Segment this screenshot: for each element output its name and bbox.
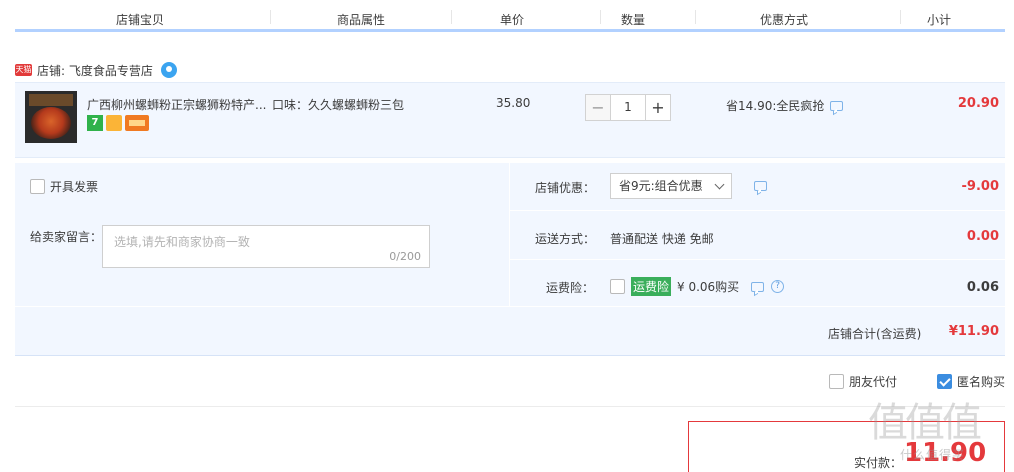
- shipping-label: 运送方式：: [535, 232, 596, 246]
- message-label: 给卖家留言：: [30, 230, 103, 244]
- promo-text: 省14.90:全民疯抢: [726, 99, 825, 113]
- col-discount: 优惠方式: [760, 13, 809, 27]
- shipping-value: 0.00: [966, 229, 999, 244]
- friend-pay-label: 朋友代付: [849, 375, 898, 389]
- product-thumbnail[interactable]: [25, 91, 77, 143]
- friend-pay-checkbox[interactable]: [829, 374, 844, 389]
- col-divider: [270, 10, 271, 24]
- item-promo: 省14.90:全民疯抢: [726, 97, 844, 114]
- seven-day-return-icon: 7: [87, 115, 103, 131]
- shop-discount-label: 店铺优惠：: [535, 181, 596, 195]
- quantity-minus-button[interactable]: −: [585, 94, 611, 121]
- watermark-text: 什么值得买: [900, 448, 966, 462]
- shop-total-value: ¥11.90: [948, 324, 999, 339]
- unit-price: 35.80: [496, 96, 531, 110]
- options-divider: [509, 163, 510, 306]
- message-input[interactable]: [103, 226, 429, 267]
- thumbnail-bowl: [31, 107, 71, 139]
- shop-name[interactable]: 店铺: 飞度食品专营店: [37, 62, 153, 79]
- shop-discount-selected: 省9元:组合优惠: [619, 179, 703, 193]
- shop-discount-value: -9.00: [961, 179, 999, 194]
- insurance-tag: 运费险: [631, 277, 672, 296]
- col-property: 商品属性: [337, 13, 386, 27]
- watermark-logo: 值值值: [868, 400, 982, 446]
- shop-discount-select[interactable]: 省9元:组合优惠: [610, 173, 732, 199]
- chevron-down-icon: [714, 179, 725, 190]
- shipping-method: 普通配送 快递 免邮: [610, 232, 714, 246]
- shop-line: 天猫 店铺: 飞度食品专营店: [15, 60, 177, 80]
- col-divider: [900, 10, 901, 24]
- friend-pay-option[interactable]: 朋友代付: [829, 373, 897, 390]
- cart-header: 店铺宝贝 商品属性 单价 数量 优惠方式 小计: [15, 0, 1005, 32]
- insurance-option: 运费险 ¥ 0.06购买 ?: [610, 277, 785, 296]
- shop-total-label: 店铺合计(含运费): [828, 327, 922, 341]
- comment-icon[interactable]: [751, 281, 765, 292]
- message-field[interactable]: 0/200: [102, 225, 430, 268]
- anonymous-label: 匿名购买: [957, 375, 1006, 389]
- anonymous-checkbox[interactable]: [937, 374, 952, 389]
- comment-icon[interactable]: [830, 100, 844, 111]
- col-subtotal: 小计: [927, 13, 952, 27]
- thumbnail-packaging: [29, 94, 73, 106]
- product-title[interactable]: 广西柳州螺蛳粉正宗螺狮粉特产...: [87, 96, 272, 113]
- message-char-count: 0/200: [389, 250, 421, 263]
- item-subtotal: 20.90: [957, 96, 999, 111]
- wangwang-chat-icon[interactable]: [160, 62, 177, 78]
- product-property: 口味：久久螺螺蛳粉三包: [272, 98, 405, 112]
- options-row-divider: [15, 306, 1005, 307]
- options-row-divider: [510, 210, 1005, 211]
- col-quantity: 数量: [621, 13, 646, 27]
- col-divider: [695, 10, 696, 24]
- insurance-label: 运费险：: [546, 281, 595, 295]
- col-divider: [451, 10, 452, 24]
- section-divider: [15, 406, 1005, 407]
- item-row: 广西柳州螺蛳粉正宗螺狮粉特产... 7 口味：久久螺螺蛳粉三包 35.80 − …: [15, 82, 1005, 158]
- col-price: 单价: [500, 13, 525, 27]
- col-divider: [600, 10, 601, 24]
- service-badges: 7: [87, 115, 149, 131]
- quantity-stepper: − 1 +: [585, 94, 671, 121]
- options-row-divider: [510, 259, 1005, 260]
- insurance-checkbox[interactable]: [610, 279, 625, 294]
- invoice-checkbox[interactable]: [30, 179, 45, 194]
- insurance-price: ¥ 0.06购买: [677, 280, 740, 294]
- help-icon[interactable]: ?: [771, 280, 785, 293]
- comment-icon[interactable]: [754, 181, 767, 191]
- quantity-plus-button[interactable]: +: [645, 94, 671, 121]
- quantity-input[interactable]: 1: [611, 94, 645, 121]
- invoice-option[interactable]: 开具发票: [30, 178, 98, 195]
- shield-guarantee-icon: [106, 115, 122, 131]
- payment-label: 实付款：: [854, 456, 903, 470]
- credit-card-icon: [125, 115, 149, 131]
- tmall-icon: 天猫: [15, 64, 32, 76]
- col-shop-item: 店铺宝贝: [116, 13, 165, 27]
- insurance-value: 0.06: [966, 280, 999, 295]
- invoice-label: 开具发票: [50, 180, 99, 194]
- order-options: 开具发票 给卖家留言： 0/200 店铺优惠： 省9元:组合优惠 -9.00 运…: [15, 163, 1005, 356]
- anonymous-option[interactable]: 匿名购买: [937, 373, 1005, 390]
